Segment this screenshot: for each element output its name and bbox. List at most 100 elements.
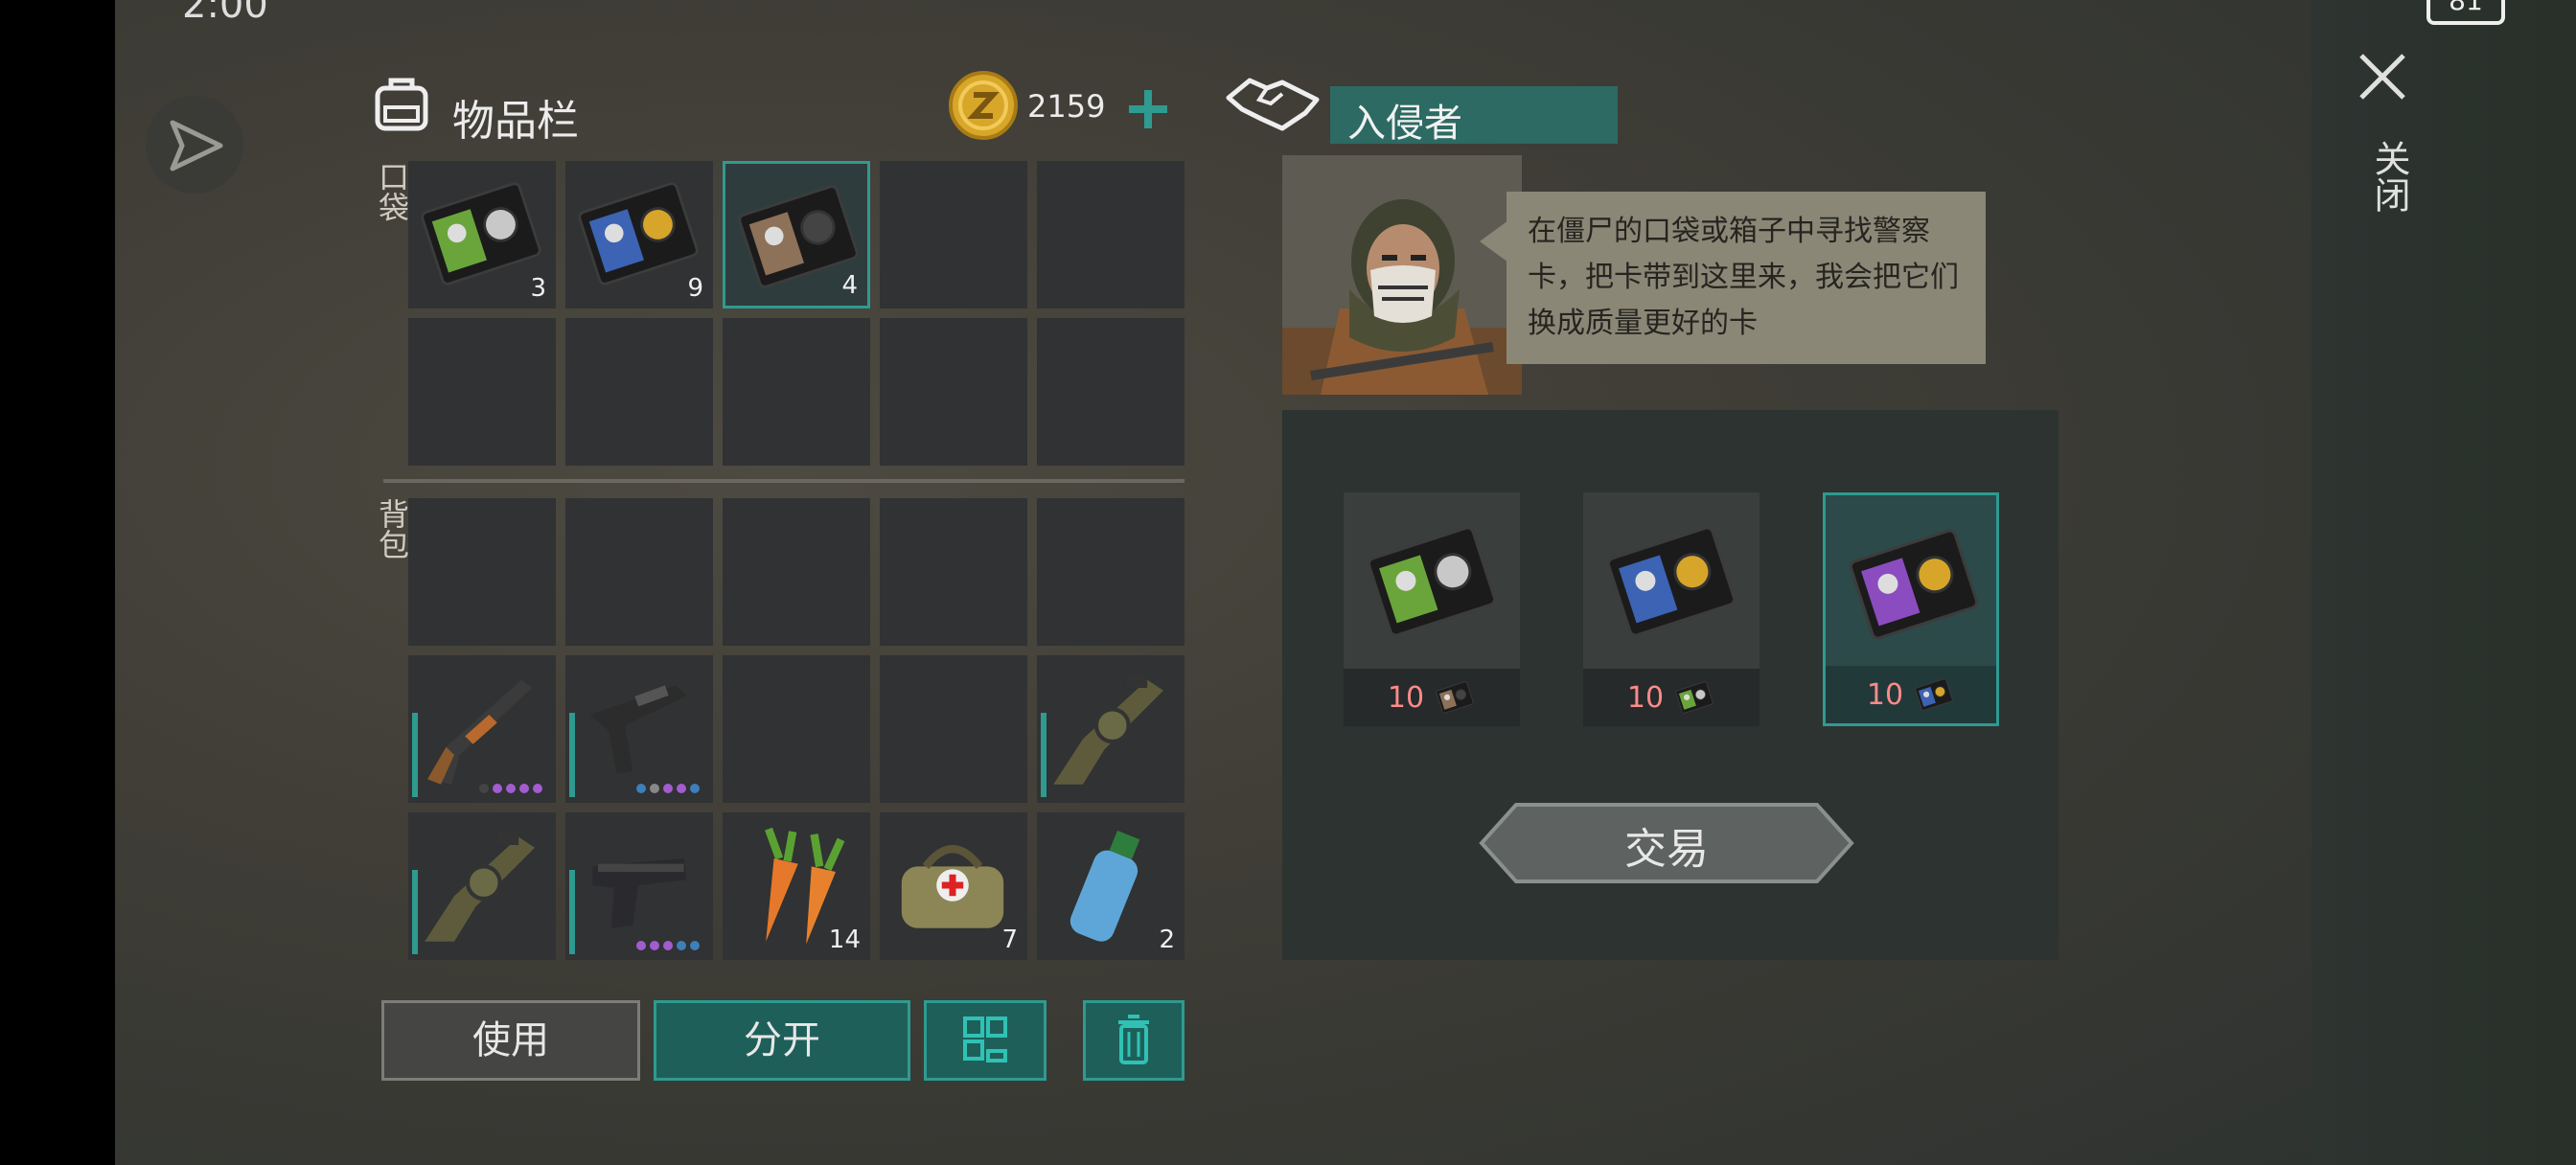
close-icon[interactable] [2356,50,2409,103]
upgrade-dot [690,784,700,793]
blue-police-card-icon [1915,678,1953,711]
pocket-slot[interactable]: 4 [723,161,870,308]
pocket-slot[interactable] [1037,161,1184,308]
pocket-slot[interactable] [880,161,1027,308]
rarity-bar [569,870,575,954]
trader-name-banner: 入侵者 [1330,86,1618,146]
trade-button-label: 交易 [1624,825,1709,874]
upgrade-dot [663,784,673,793]
trade-offer[interactable]: 10 [1823,492,1999,726]
backpack-slot[interactable]: 2 [1037,812,1184,960]
item-count: 9 [687,274,703,303]
sort-button[interactable] [924,1000,1046,1081]
backpack-slot[interactable] [1037,655,1184,803]
upgrade-dot [677,784,686,793]
coin-icon [949,71,1018,140]
upgrade-dot [650,784,659,793]
backpack-slot[interactable] [408,655,556,803]
offer-cost: 10 [1826,666,1996,723]
upgrade-dot [677,941,686,950]
water-bottle-icon [1070,830,1140,942]
inventory-title: 物品栏 [452,97,579,146]
brown-police-card-icon [1436,681,1474,714]
backpack-icon [375,78,428,131]
coin-count: 2159 [1027,88,1106,125]
pocket-slot[interactable] [723,318,870,466]
upgrade-dot [493,784,502,793]
pocket-slot[interactable] [408,318,556,466]
grenade-launcher-icon [425,832,535,942]
clock: 2:00 [182,0,268,27]
item-count: 14 [828,925,861,954]
split-button[interactable]: 分开 [654,1000,910,1081]
pistol-icon [592,858,687,928]
pocket-slot[interactable] [1037,318,1184,466]
upgrade-dot [636,784,646,793]
item-count: 3 [530,274,546,303]
blue-police-card-icon [1606,526,1736,637]
trader-name: 入侵者 [1347,102,1462,146]
item-count: 7 [1001,925,1018,954]
backpack-slot[interactable] [565,498,713,646]
offer-price: 10 [1626,680,1665,715]
upgrade-dots [479,784,542,793]
rarity-bar [412,870,418,954]
delete-button[interactable] [1083,1000,1184,1081]
green-police-card-icon [421,182,541,286]
battery-indicator: 81 [2426,0,2505,25]
green-police-card-icon [1675,681,1714,714]
grenade-launcher-icon [1053,674,1163,785]
backpack-slot[interactable] [723,498,870,646]
trader-dialog: 在僵尸的口袋或箱子中寻找警察卡，把卡带到这里来，我会把它们换成质量更好的卡 [1506,192,1986,364]
item-count: 4 [841,271,858,300]
backpack-slot[interactable] [408,498,556,646]
backpack-slot[interactable] [565,655,713,803]
backpack-slot[interactable]: 14 [723,812,870,960]
upgrade-dot [533,784,542,793]
offer-cost: 10 [1344,669,1520,726]
send-button[interactable] [146,96,243,194]
close-label[interactable]: 关闭 [2363,140,2416,213]
backpack-slot[interactable] [408,812,556,960]
speech-bubble-tail [1480,220,1508,263]
trader-portrait [1282,155,1522,395]
right-sidebar [2312,0,2576,1165]
upgrade-dot [636,941,646,950]
upgrade-dot [663,941,673,950]
backpack-slot[interactable] [880,498,1027,646]
pocket-slot[interactable]: 9 [565,161,713,308]
section-divider [383,479,1184,483]
offer-price: 10 [1866,677,1904,712]
pump-shotgun-icon [427,679,533,785]
offer-price: 10 [1387,680,1425,715]
send-arrow-icon [170,120,223,171]
trash-icon [1118,1015,1149,1064]
backpack-slot[interactable] [1037,498,1184,646]
pocket-slot[interactable] [565,318,713,466]
trade-offer[interactable]: 10 [1583,492,1760,726]
pocket-slot[interactable]: 3 [408,161,556,308]
medkit-bag-icon [901,845,1004,928]
blue-police-card-icon [578,182,699,286]
use-button[interactable]: 使用 [381,1000,640,1081]
upgrade-dot [650,941,659,950]
rarity-bar [1041,713,1046,797]
upgrade-dots [636,784,700,793]
upgrade-dot [479,784,489,793]
backpack-slot[interactable]: 7 [880,812,1027,960]
backpack-slot[interactable] [880,655,1027,803]
trade-button[interactable]: 交易 [1478,801,1855,889]
pocket-slot[interactable] [880,318,1027,466]
purple-police-card-icon [1849,529,1979,640]
upgrade-dots [636,941,700,950]
rarity-bar [569,713,575,797]
trade-offer[interactable]: 10 [1344,492,1520,726]
smg-icon [589,685,687,774]
backpack-slot[interactable] [565,812,713,960]
offer-cost: 10 [1583,669,1760,726]
backpack-slot[interactable] [723,655,870,803]
green-police-card-icon [1367,526,1497,637]
item-count: 2 [1159,925,1175,954]
upgrade-dot [506,784,516,793]
add-coins-button[interactable] [1123,84,1173,134]
